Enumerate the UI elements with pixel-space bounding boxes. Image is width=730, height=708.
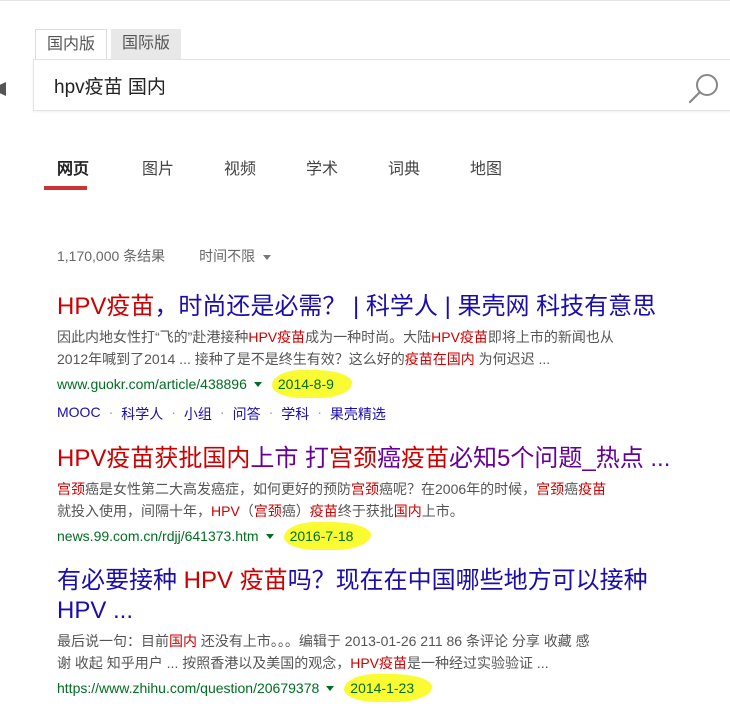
deeplink-subject[interactable]: 学科: [281, 404, 309, 424]
result-url-row: news.99.com.cn/rdjj/641373.htm 2016-7-18: [57, 522, 717, 550]
snippet-text: 上市。: [421, 503, 464, 519]
result-snippet: 最后说一句：目前国内 还没有上市。。。编辑于 2013-01-26 211 86…: [57, 630, 697, 674]
deep-links: MOOC · 科学人 · 小组 · 问答 · 学科 · 果壳精选: [57, 404, 717, 424]
search-result: 有必要接种 HPV 疫苗吗？现在在中国哪些地方可以接种 HPV ... 最后说一…: [57, 566, 697, 702]
snippet-highlight: HPV疫苗: [248, 329, 306, 345]
title-text: 上市 打: [250, 445, 330, 472]
snippet-text: 即将上市的新闻也从: [487, 329, 614, 345]
deeplink-featured[interactable]: 果壳精选: [330, 404, 386, 424]
chevron-down-icon[interactable]: [253, 381, 262, 387]
separator-dot: ·: [108, 404, 114, 420]
title-highlight: 疫苗: [401, 445, 450, 472]
snippet-highlight: 疫苗在国内: [404, 351, 475, 367]
result-stats: 1,170,000 条结果 时间不限: [57, 246, 272, 266]
snippet-highlight: HPV: [211, 503, 240, 519]
top-divider: [0, 0, 730, 1]
search-result: HPV疫苗获批国内上市 打宫颈癌疫苗必知5个问题_热点 ... 宫颈癌是女性第二…: [57, 444, 717, 550]
snippet-highlight: 宫颈: [253, 503, 282, 519]
result-title[interactable]: HPV疫苗，时尚还是必需？ | 科学人 | 果壳网 科技有意思: [57, 292, 717, 322]
snippet-text: 癌是女性第二大高发癌症，如何更好的预防: [85, 481, 351, 497]
snippet-text: 为何迟迟 ...: [474, 351, 551, 367]
snippet-text: 癌）: [281, 503, 310, 519]
title-highlight: 宫颈: [329, 445, 378, 472]
title-text: 癌: [377, 445, 402, 472]
tab-international[interactable]: 国际版: [111, 29, 182, 59]
snippet-text: 癌: [564, 481, 579, 497]
title-text: 有必要接种: [57, 567, 184, 594]
result-url[interactable]: https://www.zhihu.com/question/20679378: [57, 677, 319, 699]
snippet-highlight: 宫颈: [57, 481, 85, 497]
title-highlight: HPV 疫苗: [183, 567, 288, 594]
snippet-highlight: 宫颈: [351, 481, 379, 497]
market-tabs: 国内版 国际版: [35, 29, 182, 59]
result-date: 2014-1-23: [344, 674, 433, 702]
result-url[interactable]: news.99.com.cn/rdjj/641373.htm: [57, 525, 259, 547]
result-date: 2016-7-18: [283, 522, 372, 550]
snippet-highlight: HPV疫苗: [431, 329, 488, 345]
separator-dot: ·: [268, 404, 274, 420]
search-icon[interactable]: [687, 72, 721, 106]
snippet-text: 2012年喊到了2014 ... 接种了是不是终生有效？这么好的: [57, 351, 405, 367]
edge-fragment: [0, 82, 6, 96]
snippet-text: （: [239, 503, 254, 519]
snippet-text: 就投入使用，间隔十年，: [57, 503, 211, 519]
snippet-highlight: 疫苗: [578, 481, 607, 497]
deeplink-qa[interactable]: 问答: [233, 404, 261, 424]
chevron-down-icon[interactable]: [326, 685, 335, 691]
chevron-down-icon[interactable]: [265, 533, 274, 539]
deeplink-science[interactable]: 科学人: [121, 404, 163, 424]
result-title[interactable]: HPV疫苗获批国内上市 打宫颈癌疫苗必知5个问题_热点 ...: [57, 444, 717, 474]
snippet-text: 最后说一句：目前: [57, 633, 169, 649]
snippet-text: 成为一种时尚。大陆: [305, 329, 432, 345]
separator-dot: ·: [171, 404, 176, 420]
snippet-highlight: 国内: [393, 503, 422, 519]
title-highlight: HPV疫苗: [57, 293, 155, 320]
snippet-text: 终于获批: [337, 503, 394, 519]
result-url-row: www.guokr.com/article/438896 2014-8-9: [57, 370, 717, 398]
snippet-highlight: 宫颈: [536, 481, 565, 497]
snippet-text: 因此内地女性打“飞的”赴港接种: [57, 329, 249, 345]
time-filter-label: 时间不限: [199, 248, 256, 264]
nav-dictionary[interactable]: 词典: [363, 155, 445, 179]
deeplink-mooc[interactable]: MOOC: [57, 404, 101, 424]
vertical-nav: 网页 图片 视频 学术 词典 地图: [43, 155, 527, 190]
nav-web[interactable]: 网页: [43, 155, 117, 190]
result-url-row: https://www.zhihu.com/question/20679378 …: [57, 674, 697, 702]
search-input[interactable]: [54, 72, 654, 98]
snippet-text: 还没有上市。。。编辑于 2013-01-26 211 86 条评论 分享 收藏 …: [197, 633, 590, 649]
nav-videos[interactable]: 视频: [199, 155, 281, 179]
nav-images[interactable]: 图片: [117, 155, 199, 179]
snippet-highlight: HPV疫苗: [350, 655, 408, 671]
tab-domestic[interactable]: 国内版: [35, 29, 108, 59]
result-url[interactable]: www.guokr.com/article/438896: [57, 373, 247, 395]
deeplink-group[interactable]: 小组: [184, 404, 212, 424]
time-filter[interactable]: 时间不限: [199, 246, 272, 266]
search-result: HPV疫苗，时尚还是必需？ | 科学人 | 果壳网 科技有意思 因此内地女性打“…: [57, 292, 717, 424]
search-box: [33, 59, 730, 111]
title-highlight: HPV疫苗获批国内: [57, 445, 251, 472]
result-snippet: 宫颈癌是女性第二大高发癌症，如何更好的预防宫颈癌呢？在2006年的时候，宫颈癌疫…: [57, 478, 717, 522]
separator-dot: ·: [219, 404, 225, 420]
result-snippet: 因此内地女性打“飞的”赴港接种HPV疫苗成为一种时尚。大陆HPV疫苗即将上市的新…: [57, 326, 717, 370]
result-date: 2014-8-9: [271, 370, 352, 398]
nav-academic[interactable]: 学术: [281, 155, 363, 179]
snippet-text: 谢 收起 知乎用户 ... 按照香港以及美国的观念，: [57, 655, 351, 671]
snippet-text: 是一种经过实验验证 ...: [407, 655, 549, 671]
title-text: ，时尚还是必需？ | 科学人 | 果壳网 科技有意思: [154, 293, 657, 320]
result-count: 1,170,000 条结果: [57, 248, 166, 264]
nav-maps[interactable]: 地图: [445, 155, 527, 179]
chevron-down-icon: [263, 254, 272, 260]
snippet-highlight: 疫苗: [309, 503, 338, 519]
snippet-text: 癌呢？在2006年的时候，: [379, 481, 537, 497]
snippet-highlight: 国内: [169, 633, 197, 649]
result-title[interactable]: 有必要接种 HPV 疫苗吗？现在在中国哪些地方可以接种 HPV ...: [57, 566, 697, 626]
separator-dot: ·: [317, 404, 322, 420]
title-text: 必知5个问题_热点 ...: [449, 445, 671, 472]
